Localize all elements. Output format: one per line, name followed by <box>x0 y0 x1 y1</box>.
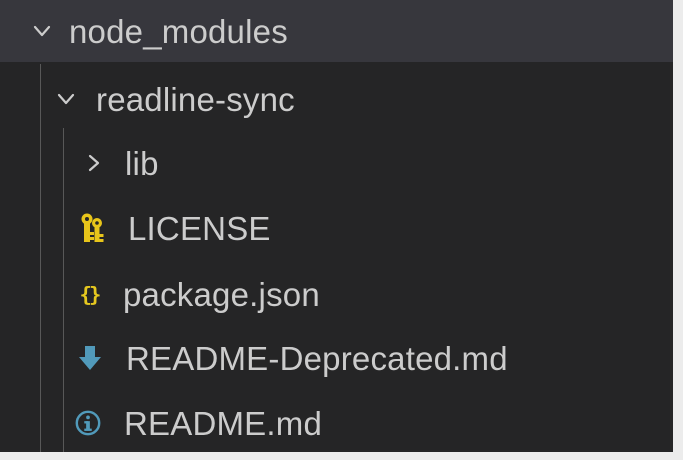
tree-item-readline-sync[interactable]: readline-sync <box>0 67 673 131</box>
tree-item-package-json[interactable]: {} package.json <box>0 262 673 326</box>
tree-item-readme-deprecated-md[interactable]: README-Deprecated.md <box>0 326 673 390</box>
tree-item-label: README.md <box>124 404 322 442</box>
window-edge-bottom <box>0 452 683 460</box>
tree-item-label: lib <box>125 144 159 182</box>
tree-item-label: node_modules <box>69 12 288 50</box>
tree-item-readme-md[interactable]: README.md <box>0 391 673 455</box>
chevron-down-icon[interactable] <box>31 20 53 42</box>
chevron-down-icon[interactable] <box>55 88 77 110</box>
chevron-right-icon[interactable] <box>83 152 105 174</box>
info-icon <box>74 407 102 439</box>
svg-text:{}: {} <box>79 282 100 306</box>
tree-item-lib[interactable]: lib <box>0 131 673 195</box>
tree-item-label: LICENSE <box>128 209 271 247</box>
file-explorer-tree: node_modules readline-sync lib LICENSE {… <box>0 0 673 460</box>
tree-item-license[interactable]: LICENSE <box>0 196 673 260</box>
markdown-download-icon <box>76 342 104 374</box>
tree-item-node-modules[interactable]: node_modules <box>0 0 673 62</box>
window-edge-right <box>673 0 683 460</box>
tree-item-label: readline-sync <box>96 80 295 118</box>
tree-item-label: README-Deprecated.md <box>126 339 508 377</box>
license-key-icon <box>78 212 106 244</box>
json-braces-icon: {} <box>75 278 103 310</box>
tree-item-label: package.json <box>123 275 320 313</box>
